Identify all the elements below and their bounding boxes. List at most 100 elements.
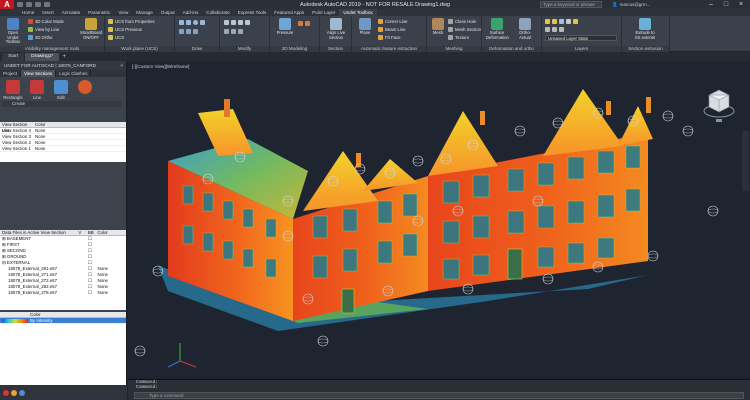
open-undet-toolbox-button[interactable]: Open Undet Toolbox <box>2 18 24 45</box>
modify-tools-2[interactable] <box>224 28 243 34</box>
panel-automatic-feature-extraction: Plane Corner Line Beam Line Fit Face Aut… <box>352 16 427 52</box>
close-hole-button[interactable]: Close Hole <box>448 18 476 24</box>
mesh-section-button[interactable]: Mesh Section <box>448 26 481 32</box>
ucs-previous-button[interactable]: UCS Previous <box>108 26 142 32</box>
ribbon-tab-add-ins[interactable]: Add-ins <box>179 9 203 16</box>
layer-state-dropdown[interactable]: Unsaved Layer State <box>545 35 617 41</box>
close-button[interactable]: × <box>735 0 747 9</box>
ribbon-tab-manage[interactable]: Manage <box>132 9 157 16</box>
data-file-visible <box>78 290 88 296</box>
scan-position-ring <box>552 120 564 126</box>
data-file-bbox-checkbox[interactable]: ☐ <box>88 290 98 296</box>
presspull-button[interactable]: Pressure <box>274 18 296 36</box>
3d-ortho-button[interactable]: 3D Ortho <box>28 34 52 40</box>
3d-color-mode-label: 3D Color Mode <box>35 18 64 24</box>
modify-tools[interactable] <box>224 19 250 25</box>
view-section-row[interactable]: View Section 1 None <box>0 146 126 152</box>
layer-tools-2[interactable] <box>545 26 564 32</box>
open-icon[interactable] <box>17 2 23 7</box>
ribbon-tab-undet-toolbox[interactable]: Undet Toolbox <box>339 9 377 16</box>
scan-position-marker[interactable] <box>682 125 694 137</box>
command-input[interactable]: Type a command <box>134 392 744 399</box>
close-icon[interactable]: × <box>120 61 123 70</box>
scan-position-marker[interactable] <box>647 250 659 262</box>
3d-tools[interactable] <box>298 20 310 26</box>
extrude-to-ss-extents-button[interactable]: Extrude to SS extents <box>634 18 656 40</box>
ucs-button[interactable]: UCS <box>108 34 124 40</box>
tab-view-sections[interactable]: View Sections <box>21 70 57 77</box>
trim-icon <box>238 19 243 25</box>
ortho-actual-button[interactable]: Ortho-Actual <box>514 18 536 40</box>
mesh-icon <box>432 18 444 30</box>
data-file-row[interactable]: 18078_External_278.e57 ☐ None <box>0 290 126 296</box>
undet-logo-icon[interactable] <box>3 389 9 396</box>
help-icon[interactable] <box>19 389 25 396</box>
settings-icon[interactable] <box>11 389 17 396</box>
ribbon-tab-express-tools[interactable]: Express Tools <box>234 9 271 16</box>
scan-position-ring <box>707 208 719 214</box>
section-icon <box>330 18 342 30</box>
data-file-name: 18078_External_278.e57 <box>8 290 58 295</box>
viewcube-icon[interactable] <box>703 83 735 123</box>
scan-position-marker[interactable] <box>707 205 719 217</box>
ortho-icon <box>28 34 33 40</box>
smartboard-icon <box>85 18 97 30</box>
edit-icon <box>54 80 68 94</box>
minimize-button[interactable]: – <box>705 0 717 9</box>
ribbon-tab-output[interactable]: Output <box>157 9 179 16</box>
layer-tools[interactable] <box>545 18 578 24</box>
viewport-controls-label[interactable]: [-][Custom View][Wireframe] <box>132 64 189 69</box>
ribbon-tab-insert[interactable]: Insert <box>38 9 58 16</box>
ribbon-tab-home[interactable]: Home <box>18 9 38 16</box>
ribbon-tab-featured-apps[interactable]: Featured Apps <box>270 9 308 16</box>
beam-line-button[interactable]: Beam Line <box>378 26 406 32</box>
tab-logic-clashes[interactable]: Logic Clashes <box>56 70 92 77</box>
scan-position-marker[interactable] <box>662 110 674 122</box>
ribbon-tab-annotate[interactable]: Annotate <box>58 9 84 16</box>
command-line: Command: Command: Type a command <box>128 379 750 400</box>
fit-face-icon <box>378 34 383 40</box>
drawing-viewport[interactable]: [-][Custom View][Wireframe] <box>128 61 750 379</box>
corner-line-button[interactable]: Corner Line <box>378 18 407 24</box>
ucs-from-properties-button[interactable]: UCS from Properties <box>108 18 155 24</box>
color-row-selected[interactable]: By Intensity <box>0 318 126 324</box>
autocad-logo[interactable]: A <box>0 0 14 9</box>
texture-button[interactable]: Texture <box>448 34 469 40</box>
undet-palette: UNDET FOR AUTOCAD | 18078_CANFORD × Proje… <box>0 61 127 400</box>
undo-icon[interactable] <box>35 2 41 7</box>
mesh-button[interactable]: Mesh <box>427 18 449 36</box>
layer-match-icon <box>573 18 578 24</box>
tab-project[interactable]: Project <box>0 70 22 77</box>
scan-position-marker[interactable] <box>412 155 424 167</box>
scan-position-marker[interactable] <box>552 117 564 129</box>
3d-color-mode-button[interactable]: 3D Color Mode <box>28 18 64 24</box>
surface-deformation-button[interactable]: Surface Deformation <box>486 18 509 40</box>
ribbon-tab-parametric[interactable]: Parametric <box>84 9 114 16</box>
scan-position-marker[interactable] <box>134 345 146 357</box>
view-by-line-button[interactable]: View by Line <box>28 26 59 32</box>
navigation-bar[interactable] <box>742 131 749 191</box>
search-input[interactable]: Type a keyword or phrase <box>540 1 602 8</box>
draw-tools-2[interactable] <box>179 28 198 34</box>
redo-icon[interactable] <box>44 2 50 7</box>
scan-position-marker[interactable] <box>542 273 554 285</box>
tab-start[interactable]: Start <box>2 53 25 61</box>
draw-tools[interactable] <box>179 19 205 25</box>
save-icon[interactable] <box>26 2 32 7</box>
fit-face-button[interactable]: Fit Face <box>378 34 401 40</box>
ribbon-tab-view[interactable]: View <box>114 9 132 16</box>
align-live-section-button[interactable]: Align Live Section <box>325 18 347 40</box>
ribbon-tab-point-layer[interactable]: Point Layer <box>308 9 339 16</box>
layer-off-icon <box>552 18 557 24</box>
plane-button[interactable]: Plane <box>354 18 376 36</box>
scan-position-marker[interactable] <box>317 335 329 347</box>
new-tab-icon[interactable]: + <box>60 53 68 61</box>
scan-position-marker[interactable] <box>514 125 526 137</box>
ribbon-tab-bar: Home Insert Annotate Parametric View Manage Ou… <box>0 9 750 16</box>
smartboard-button[interactable]: SmartBoard ON/OFF <box>80 18 102 40</box>
ribbon-tab-collaborate[interactable]: Collaborate <box>202 9 234 16</box>
user-account[interactable]: 👤 marcus@grm... <box>612 1 672 8</box>
maximize-button[interactable]: □ <box>720 0 732 9</box>
polyline-icon <box>186 19 191 25</box>
tab-drawing1[interactable]: Drawing1* <box>25 53 60 61</box>
